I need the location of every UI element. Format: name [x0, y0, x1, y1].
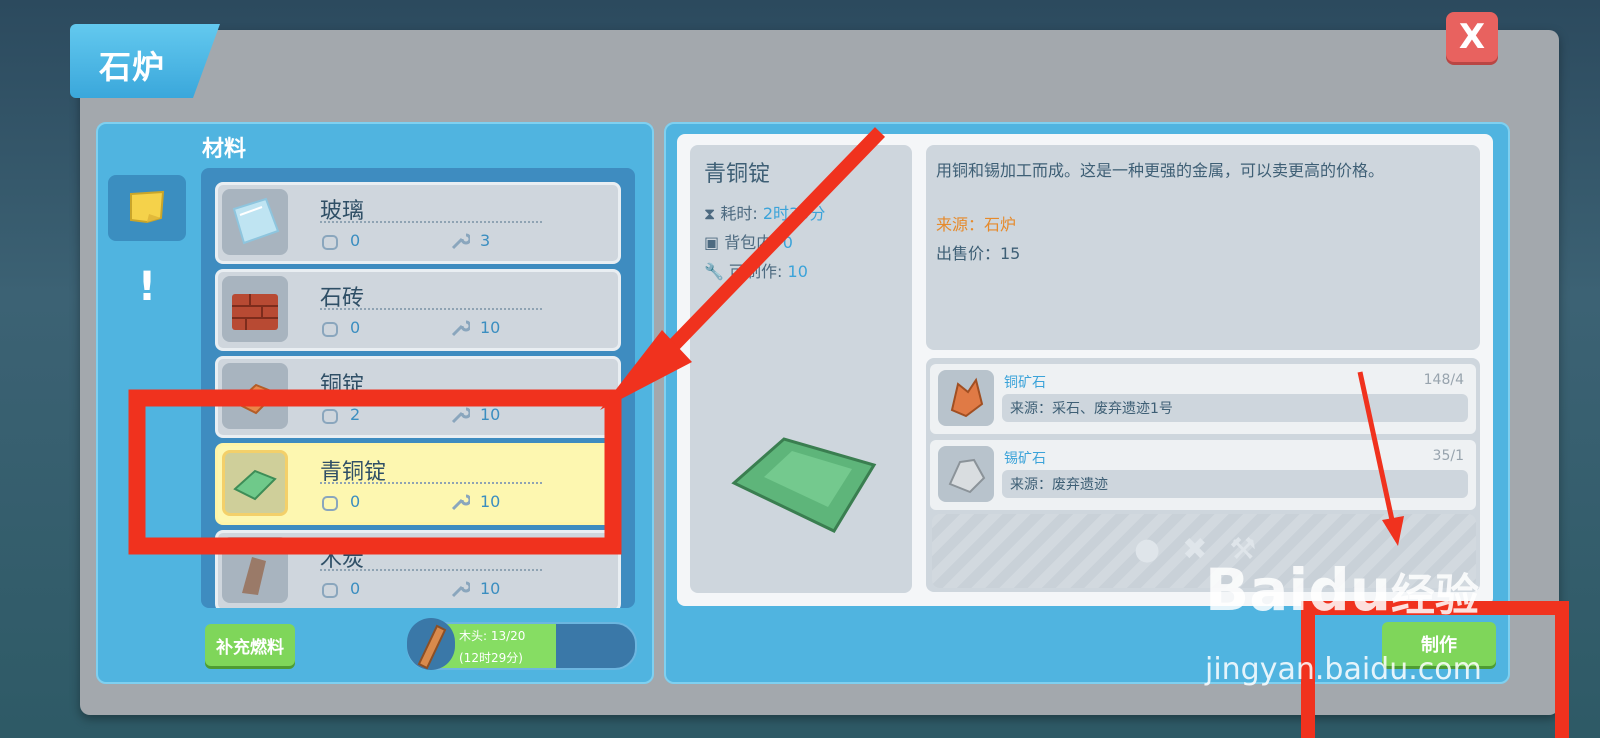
watermark-url: jingyan.baidu.com [1205, 652, 1482, 687]
baidu-watermark: Baidu经验 [1205, 556, 1480, 624]
arrow-line [634, 127, 886, 385]
arrow-head-small [1382, 516, 1404, 546]
highlight-box [128, 389, 622, 555]
annotation-overlay [128, 127, 1569, 738]
arrow-line-small [1357, 371, 1395, 521]
